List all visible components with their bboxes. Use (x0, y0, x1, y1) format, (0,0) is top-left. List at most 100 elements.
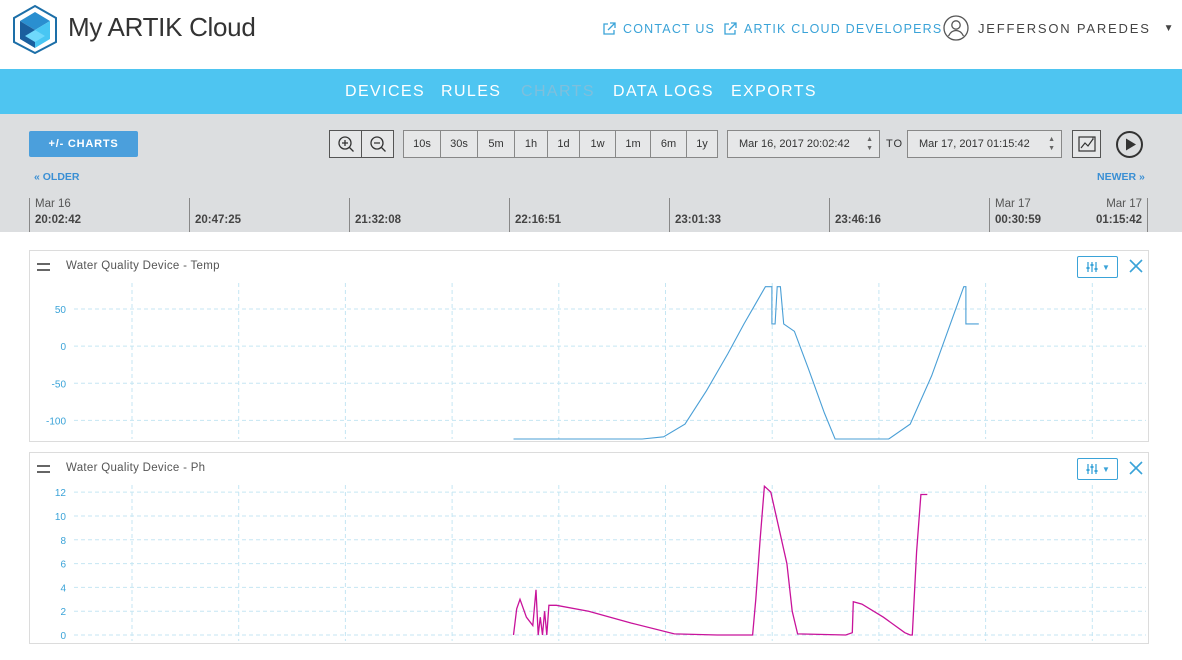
y-tick-label: 2 (60, 607, 66, 618)
drag-handle-icon[interactable] (37, 263, 50, 271)
timeline-tick-date: Mar 16 (35, 198, 71, 210)
artik-developers-link[interactable]: ARTIK CLOUD DEVELOPERS (722, 21, 942, 37)
artik-developers-label: ARTIK CLOUD DEVELOPERS (744, 22, 943, 36)
range-10s-button[interactable]: 10s (404, 131, 441, 157)
ph-chart: 12 10 8 6 4 2 0 (55, 484, 1146, 642)
timeline-tick-time: 23:01:33 (675, 214, 722, 226)
range-1y-button[interactable]: 1y (687, 131, 717, 157)
chart-settings-button[interactable]: ▼ (1077, 256, 1118, 278)
sliders-icon (1086, 464, 1098, 474)
timeline-tick-time: 21:32:08 (355, 214, 402, 226)
range-5m-button[interactable]: 5m (478, 131, 515, 157)
timeline-tick: Mar 17 00:30:59 (989, 198, 1041, 232)
zoom-in-icon (337, 136, 354, 152)
sliders-icon (1086, 262, 1098, 272)
spinner-icon[interactable]: ▲ ▼ (866, 135, 873, 153)
zoom-out-icon (369, 136, 386, 152)
timeline-tick-time: 01:15:42 (1095, 214, 1142, 226)
to-label: TO (886, 138, 904, 150)
series-line (513, 286, 979, 440)
range-1d-button[interactable]: 1d (548, 131, 580, 157)
timeline-tick-time: 23:46:16 (835, 214, 882, 226)
chart-panel-ph: Water Quality Device - Ph ▼ 12 10 8 6 4 2 0 (29, 452, 1149, 644)
y-tick-label: 12 (55, 488, 67, 499)
chart-settings-button[interactable]: ▼ (1077, 458, 1118, 480)
drag-handle-icon[interactable] (37, 465, 50, 473)
timeline-tick: 23:46:16 (829, 198, 881, 232)
brand-title: My ARTIK Cloud (68, 12, 256, 42)
play-icon[interactable] (1115, 130, 1144, 159)
user-avatar-icon (943, 15, 969, 41)
y-tick-label: 50 (55, 305, 67, 316)
y-tick-label: -50 (52, 379, 67, 390)
y-tick-label: 10 (55, 512, 67, 523)
timeline-tick: 21:32:08 (349, 198, 401, 232)
timeline-tick-date (835, 198, 881, 211)
zoom-in-button[interactable] (329, 130, 362, 158)
from-datetime-input[interactable]: Mar 16, 2017 20:02:42 ▲ ▼ (727, 130, 880, 158)
older-link[interactable]: « OLDER (34, 171, 80, 183)
range-1w-button[interactable]: 1w (580, 131, 616, 157)
chart-title: Water Quality Device - Temp (66, 260, 220, 272)
user-name: JEFFERSON PAREDES (978, 20, 1151, 36)
temp-chart: 50 0 -50 -100 (46, 283, 1146, 440)
timeline-tick: 23:01:33 (669, 198, 721, 232)
timeline-tick-time: 20:02:42 (35, 214, 82, 226)
y-tick-label: 0 (60, 631, 66, 642)
y-tick-label: 0 (60, 342, 66, 353)
range-1m-button[interactable]: 1m (616, 131, 651, 157)
timeline-tick-date (515, 198, 561, 211)
timeline-tick-date (355, 198, 401, 211)
app-header: My ARTIK Cloud CONTACT US ARTIK CLOUD DE… (0, 0, 1182, 69)
chevron-down-icon: ▼ (1163, 22, 1176, 34)
chart-line-icon (1077, 136, 1096, 152)
nav-item-devices[interactable]: DEVICES (345, 83, 425, 101)
timeline-tick-date (195, 198, 241, 211)
nav-item-data-logs[interactable]: DATA LOGS (613, 83, 714, 101)
timeline-tick: Mar 17 01:15:42 (1086, 198, 1148, 232)
timeline-tick-date: Mar 17 (1106, 198, 1142, 210)
timeline-tick: 22:16:51 (509, 198, 561, 232)
nav-item-charts[interactable]: CHARTS (521, 83, 595, 101)
timeline-tick: Mar 16 20:02:42 (29, 198, 81, 232)
range-6m-button[interactable]: 6m (651, 131, 687, 157)
timeline-tick-time: 00:30:59 (995, 214, 1042, 226)
timeline-tick-date: Mar 17 (995, 198, 1031, 210)
close-icon[interactable] (1128, 460, 1144, 476)
external-link-icon (603, 22, 616, 35)
to-datetime-value: Mar 17, 2017 01:15:42 (919, 138, 1030, 150)
range-30s-button[interactable]: 30s (441, 131, 478, 157)
y-tick-label: 8 (60, 536, 66, 547)
chart-title: Water Quality Device - Ph (66, 462, 206, 474)
time-range-group: 10s 30s 5m 1h 1d 1w 1m 6m 1y (403, 130, 718, 158)
chart-panel-temp: Water Quality Device - Temp ▼ 50 0 -50 -100 (29, 250, 1149, 442)
to-datetime-input[interactable]: Mar 17, 2017 01:15:42 ▲ ▼ (907, 130, 1062, 158)
toggle-charts-button[interactable]: +/- CHARTS (29, 131, 138, 157)
nav-item-rules[interactable]: RULES (441, 83, 501, 101)
from-datetime-value: Mar 16, 2017 20:02:42 (739, 138, 850, 150)
timeline-tick-time: 20:47:25 (195, 214, 242, 226)
y-tick-label: -100 (46, 416, 66, 427)
main-nav: DEVICES RULES CHARTS DATA LOGS EXPORTS (0, 69, 1182, 114)
close-icon[interactable] (1128, 258, 1144, 274)
nav-item-exports[interactable]: EXPORTS (731, 83, 817, 101)
y-tick-label: 4 (60, 583, 66, 594)
range-1h-button[interactable]: 1h (515, 131, 548, 157)
user-menu[interactable]: JEFFERSON PAREDES ▼ (943, 15, 1175, 41)
contact-us-label: CONTACT US (623, 22, 716, 36)
chart-toolbar: +/- CHARTS 10s 30s 5m 1h 1d 1w 1m 6m 1y … (0, 114, 1182, 232)
timeline-tick-time: 22:16:51 (515, 214, 562, 226)
newer-link[interactable]: NEWER » (1097, 171, 1145, 183)
artik-logo-icon[interactable] (12, 4, 58, 54)
chevron-down-icon: ▼ (1102, 464, 1110, 474)
external-link-icon (724, 22, 737, 35)
spinner-icon[interactable]: ▲ ▼ (1048, 135, 1055, 153)
zoom-out-button[interactable] (361, 130, 394, 158)
contact-us-link[interactable]: CONTACT US (601, 21, 715, 37)
timeline-tick-date (675, 198, 721, 211)
chevron-down-icon: ▼ (1102, 262, 1110, 272)
series-line (512, 484, 928, 636)
chart-snapshot-button[interactable] (1072, 130, 1101, 158)
timeline-tick: 20:47:25 (189, 198, 241, 232)
y-tick-label: 6 (60, 560, 66, 571)
